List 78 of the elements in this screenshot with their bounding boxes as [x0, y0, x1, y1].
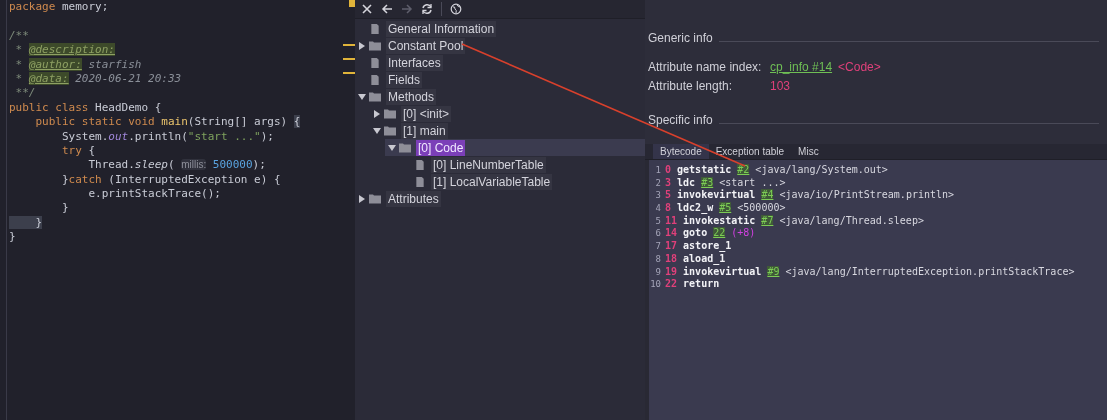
tab[interactable]: Bytecode [653, 144, 709, 159]
folder-icon [399, 142, 411, 153]
code-line: System.out.println("start ..."); [60, 129, 275, 144]
globe-icon[interactable] [450, 3, 462, 15]
section-title: Specific info [648, 113, 713, 127]
close-icon[interactable] [361, 3, 373, 15]
tree-item[interactable]: Interfaces [386, 54, 443, 71]
bytecode-line: 22 return [665, 278, 720, 291]
tree-item[interactable]: [0] <init> [401, 105, 452, 122]
tree-item[interactable]: [0] LineNumberTable [431, 156, 546, 173]
tree-item[interactable]: Attributes [386, 190, 441, 207]
code-line: **/ [14, 86, 37, 101]
line-number: 3 [654, 189, 661, 203]
cp-info-link[interactable]: cp_info #14 [770, 59, 833, 74]
attribute-value: 103 [770, 78, 791, 93]
bytecode-line: 3 ldc #3 <start ...> [665, 176, 786, 189]
expand-arrow-icon[interactable] [373, 109, 381, 118]
tab[interactable]: Misc [791, 144, 826, 159]
line-number: 1 [654, 164, 661, 177]
attribute-value: <Code> [838, 59, 881, 74]
bytecode-line: 5 invokevirtual #4 <java/io/PrintStream.println> [665, 189, 955, 203]
code-line: } [60, 201, 70, 216]
tree-item[interactable]: Fields [386, 71, 422, 88]
code-line: /** [9, 28, 30, 44]
expand-arrow-icon[interactable] [358, 194, 366, 203]
attribute-label: Attribute name index: [648, 59, 763, 74]
expand-arrow-icon[interactable] [358, 41, 366, 50]
bytecode-line: 11 invokestatic #7 <java/lang/Thread.sleep> [665, 214, 924, 228]
line-number: 7 [654, 240, 661, 253]
tree-item[interactable]: [0] Code [416, 139, 466, 156]
tree-item[interactable]: General Information [386, 20, 497, 37]
attribute-label: Attribute length: [648, 78, 734, 93]
collapse-arrow-icon[interactable] [388, 143, 396, 152]
line-number: 5 [654, 214, 661, 228]
collapse-arrow-icon[interactable] [358, 92, 366, 101]
code-line: package memory; [9, 0, 110, 15]
tree-item[interactable]: Methods [386, 88, 437, 105]
file-icon [369, 57, 381, 68]
line-number: 6 [654, 227, 661, 241]
tab[interactable]: Exception table [708, 144, 792, 159]
code-line: e.printStackTrace(); [87, 187, 222, 202]
folder-icon [369, 193, 381, 204]
code-line: } [9, 215, 343, 231]
line-number: 4 [654, 202, 661, 215]
line-number: 8 [654, 252, 661, 266]
folder-icon [384, 125, 396, 136]
section-title: Generic info [648, 31, 713, 45]
file-icon [369, 74, 381, 85]
code-line: public class HeadDemo { [9, 100, 163, 116]
bytecode-line: 17 astore_1 [665, 240, 732, 253]
collapse-arrow-icon[interactable] [373, 126, 381, 135]
code-line: Thread.sleep( millis: 500000); [87, 158, 267, 173]
folder-icon [384, 108, 396, 119]
file-icon [414, 176, 426, 187]
bytecode-line: 0 getstatic #2 <java/lang/System.out> [665, 164, 888, 177]
code-line: }catch (InterruptedException e) { [60, 172, 282, 188]
tree-item[interactable]: [1] main [401, 122, 448, 139]
code-line: * @data: 2020-06-21 20:33 [14, 71, 183, 87]
folder-icon [369, 91, 381, 102]
code-line: } [9, 230, 17, 245]
bytecode-line: 19 invokevirtual #9 <java/lang/InterruptedException.printStackTrace> [665, 265, 1075, 279]
folder-icon [369, 40, 381, 51]
code-line: try { [60, 143, 97, 159]
code-line: public static void main(String[] args) { [34, 115, 302, 130]
bytecode-line: 8 ldc2_w #5 <500000> [665, 202, 786, 215]
refresh-icon[interactable] [421, 3, 433, 15]
file-icon [369, 23, 381, 34]
line-number: 9 [654, 265, 661, 279]
bytecode-line: 14 goto 22 (+8) [665, 227, 756, 241]
bytecode-line: 18 aload_1 [665, 252, 726, 266]
back-arrow-icon[interactable] [381, 3, 393, 15]
tree-item[interactable]: [1] LocalVariableTable [431, 173, 553, 190]
code-line: * @author: starfish [14, 57, 143, 72]
code-line: * @description: [14, 43, 116, 58]
file-icon [414, 159, 426, 170]
line-number: 2 [654, 176, 661, 190]
line-number: 10 [649, 278, 661, 291]
tree-item[interactable]: Constant Pool [386, 37, 466, 54]
